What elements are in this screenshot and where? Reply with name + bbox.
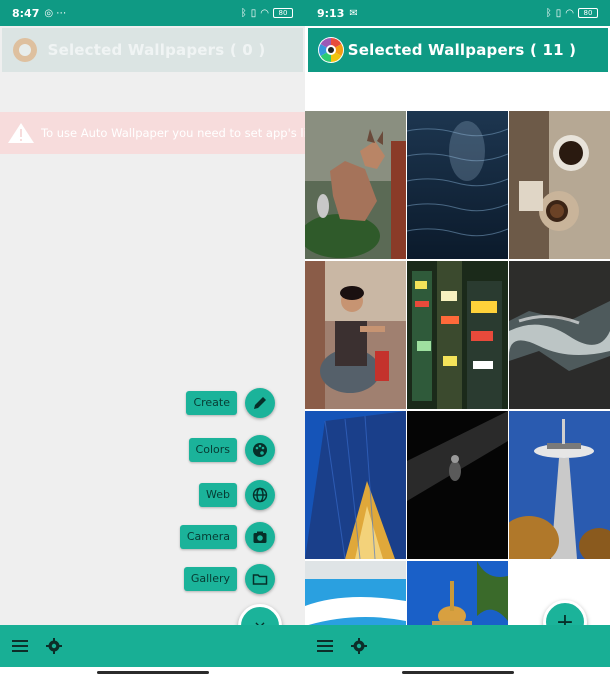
folder-icon[interactable] <box>245 564 275 594</box>
bluetooth-icon: ᛒ <box>240 7 247 19</box>
fab-create-label[interactable]: Create <box>186 391 237 415</box>
fab-camera[interactable]: Camera <box>179 522 275 552</box>
settings-gear-icon[interactable] <box>46 638 62 654</box>
wallpaper-thumb-building[interactable] <box>305 411 406 559</box>
status-icons: ᛒ ▯ ◠ 80 <box>546 8 598 19</box>
wallpaper-thumb-palace[interactable] <box>407 561 508 625</box>
camera-icon[interactable] <box>245 522 275 552</box>
vibrate-icon: ▯ <box>555 7 562 19</box>
live-wallpaper-warning[interactable]: To use Auto Wallpaper you need to set ap… <box>0 112 305 154</box>
status-bar: 9:13 ✉ ᛒ ▯ ◠ 80 <box>305 0 610 26</box>
globe-icon[interactable] <box>245 480 275 510</box>
status-extra: ✉ <box>349 7 358 19</box>
wifi-icon: ◠ <box>565 7 574 19</box>
palette-icon[interactable] <box>245 435 275 465</box>
home-indicator[interactable] <box>96 671 209 674</box>
wifi-icon: ◠ <box>260 7 269 19</box>
fab-web-label[interactable]: Web <box>199 483 237 507</box>
battery-icon: 80 <box>273 8 293 18</box>
wallpaper-thumb-ocean[interactable] <box>407 111 508 259</box>
wallpaper-thumb-dark-figure[interactable] <box>407 411 508 559</box>
fab-web[interactable]: Web <box>199 480 275 510</box>
wallpaper-thumb-fashion[interactable] <box>305 261 406 409</box>
wallpaper-thumb-space-needle[interactable] <box>509 411 610 559</box>
fab-gallery-label[interactable]: Gallery <box>183 567 237 591</box>
fab-colors-label[interactable]: Colors <box>188 438 237 462</box>
app-logo-icon <box>13 38 37 62</box>
menu-icon[interactable] <box>317 639 333 653</box>
app-title: Selected Wallpapers ( 0 ) <box>47 41 266 59</box>
right-screen: 9:13 ✉ ᛒ ▯ ◠ 80 Selected Wallpapers ( 11… <box>305 0 610 679</box>
wallpaper-thumb-waves[interactable] <box>509 261 610 409</box>
app-logo-icon[interactable] <box>316 35 346 65</box>
wallpaper-grid <box>305 111 610 625</box>
menu-icon[interactable] <box>12 639 28 653</box>
app-bar: Selected Wallpapers ( 11 ) <box>308 28 608 72</box>
gesture-bar <box>0 667 305 679</box>
bluetooth-icon: ᛒ <box>545 7 552 19</box>
wallpaper-thumb-pool[interactable] <box>305 561 406 625</box>
gesture-bar <box>305 667 610 679</box>
fab-create[interactable]: Create <box>186 388 275 418</box>
status-extra: ◎ ⋯ <box>44 7 67 19</box>
app-title: Selected Wallpapers ( 11 ) <box>347 41 577 59</box>
status-time: 8:47 <box>12 6 40 20</box>
fab-colors[interactable]: Colors <box>188 435 275 465</box>
home-indicator[interactable] <box>401 671 514 674</box>
fab-camera-label[interactable]: Camera <box>179 525 237 549</box>
app-bar: Selected Wallpapers ( 0 ) <box>2 28 303 72</box>
pencil-icon[interactable] <box>245 388 275 418</box>
status-icons: ᛒ ▯ ◠ 80 <box>241 8 293 19</box>
status-time: 9:13 <box>317 6 345 20</box>
bottom-app-bar <box>0 625 305 667</box>
fab-gallery[interactable]: Gallery <box>183 564 275 594</box>
vibrate-icon: ▯ <box>250 7 257 19</box>
wallpaper-thumb-fox[interactable] <box>305 111 406 259</box>
warning-icon <box>7 121 35 145</box>
left-screen: 8:47 ◎ ⋯ ᛒ ▯ ◠ 80 Selected Wallpapers ( … <box>0 0 305 679</box>
warning-text: To use Auto Wallpaper you need to set ap… <box>41 126 305 140</box>
battery-icon: 80 <box>578 8 598 18</box>
status-bar: 8:47 ◎ ⋯ ᛒ ▯ ◠ 80 <box>0 0 305 26</box>
wallpaper-thumb-coffee[interactable] <box>509 111 610 259</box>
bottom-app-bar <box>305 625 610 667</box>
wallpaper-thumb-city-night[interactable] <box>407 261 508 409</box>
settings-gear-icon[interactable] <box>351 638 367 654</box>
